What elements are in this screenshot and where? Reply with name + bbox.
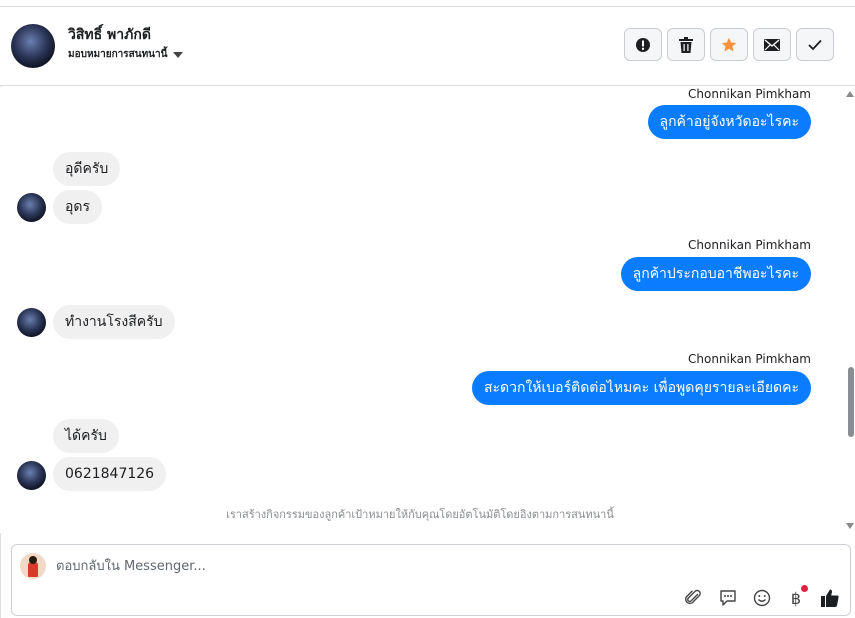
incoming-message[interactable]: ทำงานโรงสีครับ xyxy=(53,305,175,339)
saved-reply-icon xyxy=(720,590,736,606)
saved-replies-button[interactable] xyxy=(718,588,738,608)
star-button[interactable] xyxy=(710,28,748,61)
scroll-thumb[interactable] xyxy=(848,367,854,437)
check-icon xyxy=(808,39,822,50)
header-actions xyxy=(624,28,834,61)
attach-file-button[interactable] xyxy=(684,588,704,608)
incoming-message[interactable]: อุดีครับ xyxy=(53,152,121,186)
assign-label: มอบหมายการสนทนานี้ xyxy=(68,49,168,60)
caret-down-icon xyxy=(173,51,184,58)
system-notice: เราสร้างกิจกรรมของลูกค้าเป้าหมายให้กับคุ… xyxy=(226,508,614,521)
report-spam-button[interactable] xyxy=(624,28,662,61)
contact-name[interactable]: วิสิทธิ์ พาภักดี xyxy=(68,24,151,46)
customer-avatar xyxy=(17,461,46,490)
payment-button[interactable]: ฿ xyxy=(786,585,808,608)
emoji-icon xyxy=(753,589,771,607)
contact-avatar[interactable] xyxy=(11,24,55,68)
envelope-icon xyxy=(764,38,780,51)
notification-dot xyxy=(801,585,808,592)
composer-tools: ฿ xyxy=(684,585,840,608)
sender-name: Chonnikan Pimkham xyxy=(688,87,811,101)
scroll-up-arrow-icon[interactable] xyxy=(846,91,854,97)
sender-name: Chonnikan Pimkham xyxy=(688,352,811,366)
thumbs-up-icon xyxy=(821,589,839,607)
baht-payment-icon: ฿ xyxy=(790,588,802,608)
thread-scrollbar[interactable] xyxy=(845,87,855,533)
outgoing-message[interactable]: ลูกค้าประกอบอาชีพอะไรคะ xyxy=(620,257,811,291)
incoming-message[interactable]: 0621847126 xyxy=(53,457,167,491)
delete-button[interactable] xyxy=(667,28,705,61)
outgoing-message[interactable]: ลูกค้าอยู่จังหวัดอะไรคะ xyxy=(647,105,811,139)
trash-icon xyxy=(679,36,693,53)
incoming-message[interactable]: ได้ครับ xyxy=(53,419,119,453)
mark-done-button[interactable] xyxy=(796,28,834,61)
message-thread: Chonnikan Pimkham ลูกค้าอยู่จังหวัดอะไรค… xyxy=(0,87,845,533)
customer-avatar xyxy=(17,193,46,222)
reply-composer: ฿ xyxy=(11,544,851,616)
emoji-button[interactable] xyxy=(752,588,772,608)
customer-avatar xyxy=(17,308,46,337)
star-icon xyxy=(721,37,737,51)
alert-icon xyxy=(636,37,650,52)
scroll-down-arrow-icon[interactable] xyxy=(846,523,854,529)
outgoing-message[interactable]: สะดวกให้เบอร์ติดต่อไหมคะ เพื่อพูดคุยรายล… xyxy=(471,371,811,405)
reply-input[interactable] xyxy=(56,556,656,576)
assign-conversation-dropdown[interactable]: มอบหมายการสนทนานี้ xyxy=(68,47,184,62)
sender-name: Chonnikan Pimkham xyxy=(688,238,811,252)
incoming-message[interactable]: อุดร xyxy=(53,190,103,224)
conversation-header: วิสิทธิ์ พาภักดี มอบหมายการสนทนานี้ xyxy=(0,7,855,86)
paperclip-icon xyxy=(685,589,701,605)
mark-unread-button[interactable] xyxy=(753,28,791,61)
page-avatar xyxy=(20,553,46,579)
send-like-button[interactable] xyxy=(820,588,840,608)
